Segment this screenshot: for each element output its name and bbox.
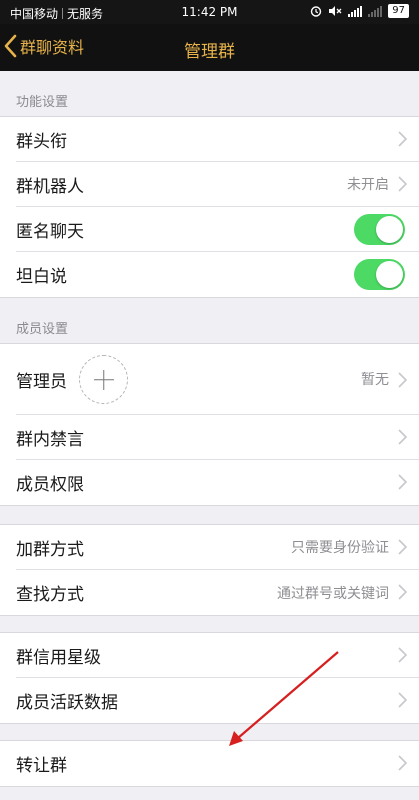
members-group: 管理员 暂无 群内禁言 成员权限 bbox=[0, 343, 419, 506]
row-label: 转让群 bbox=[16, 756, 67, 776]
row-label: 群内禁言 bbox=[16, 429, 84, 450]
chevron-right-icon bbox=[398, 474, 407, 490]
row-transfer[interactable]: 转让群 bbox=[16, 741, 419, 786]
back-label: 群聊资料 bbox=[20, 38, 85, 57]
back-button[interactable]: 群聊资料 bbox=[4, 34, 84, 58]
transfer-group: 转让群 bbox=[0, 740, 419, 787]
row-anonymous-chat: 匿名聊天 bbox=[16, 207, 419, 252]
row-group-title[interactable]: 群头衔 bbox=[16, 117, 419, 162]
row-join-method[interactable]: 加群方式 只需要身份验证 bbox=[16, 525, 419, 570]
features-group: 群头衔 群机器人 未开启 匿名聊天 坦白说 bbox=[0, 116, 419, 298]
row-value: 未开启 bbox=[347, 177, 389, 193]
nav-bar: 群聊资料 管理群 bbox=[0, 24, 419, 71]
row-credit-level[interactable]: 群信用星级 bbox=[16, 633, 419, 678]
toggle-knob bbox=[376, 261, 403, 288]
toggle-knob bbox=[376, 215, 403, 243]
row-mute[interactable]: 群内禁言 bbox=[16, 415, 419, 460]
add-admin-button[interactable] bbox=[79, 355, 128, 404]
chevron-right-icon bbox=[398, 692, 407, 708]
row-label: 管理员 bbox=[16, 371, 67, 392]
carrier-info: 中国移动 无服务 bbox=[10, 5, 103, 22]
row-permissions[interactable]: 成员权限 bbox=[16, 460, 419, 505]
signal-icon bbox=[348, 5, 363, 17]
battery-icon: 97 bbox=[388, 4, 409, 18]
chevron-right-icon bbox=[398, 539, 407, 555]
section-header-members: 成员设置 bbox=[16, 322, 69, 337]
row-value: 暂无 bbox=[361, 372, 389, 388]
chevron-right-icon bbox=[398, 755, 407, 771]
status-icons: 97 bbox=[310, 4, 409, 18]
anonymous-chat-toggle[interactable] bbox=[354, 213, 405, 245]
signal-empty-icon bbox=[368, 5, 383, 17]
row-activity-data[interactable]: 成员活跃数据 bbox=[16, 678, 419, 723]
row-value: 只需要身份验证 bbox=[291, 540, 389, 556]
carrier-name: 中国移动 bbox=[10, 7, 59, 21]
chevron-right-icon bbox=[398, 372, 407, 388]
row-label: 群信用星级 bbox=[16, 647, 101, 668]
row-label: 成员权限 bbox=[16, 475, 84, 495]
chevron-left-icon bbox=[4, 34, 17, 58]
alarm-icon bbox=[311, 6, 322, 17]
status-divider bbox=[62, 8, 64, 19]
row-label: 坦白说 bbox=[16, 267, 67, 287]
row-admins[interactable]: 管理员 暂无 bbox=[16, 344, 419, 415]
stats-group: 群信用星级 成员活跃数据 bbox=[0, 632, 419, 724]
row-label: 成员活跃数据 bbox=[16, 693, 118, 713]
row-label: 加群方式 bbox=[16, 539, 84, 560]
row-value: 通过群号或关键词 bbox=[277, 585, 389, 602]
row-group-robot[interactable]: 群机器人 未开启 bbox=[16, 162, 419, 207]
row-search-method[interactable]: 查找方式 通过群号或关键词 bbox=[16, 570, 419, 615]
chevron-right-icon bbox=[398, 131, 407, 147]
row-label: 匿名聊天 bbox=[16, 221, 84, 242]
row-label: 群机器人 bbox=[16, 176, 84, 197]
section-header-features: 功能设置 bbox=[16, 95, 69, 110]
row-label: 查找方式 bbox=[16, 585, 84, 605]
chevron-right-icon bbox=[398, 176, 407, 192]
service-status: 无服务 bbox=[67, 7, 104, 21]
chevron-right-icon bbox=[398, 429, 407, 445]
status-bar: 中国移动 无服务 11:42 PM 97 bbox=[0, 0, 419, 24]
frank-talk-toggle[interactable] bbox=[354, 259, 405, 290]
row-label: 群头衔 bbox=[16, 131, 67, 152]
mute-icon bbox=[329, 6, 342, 16]
chevron-right-icon bbox=[398, 647, 407, 663]
row-frank-talk: 坦白说 bbox=[16, 252, 419, 297]
join-group: 加群方式 只需要身份验证 查找方式 通过群号或关键词 bbox=[0, 524, 419, 616]
chevron-right-icon bbox=[398, 584, 407, 600]
